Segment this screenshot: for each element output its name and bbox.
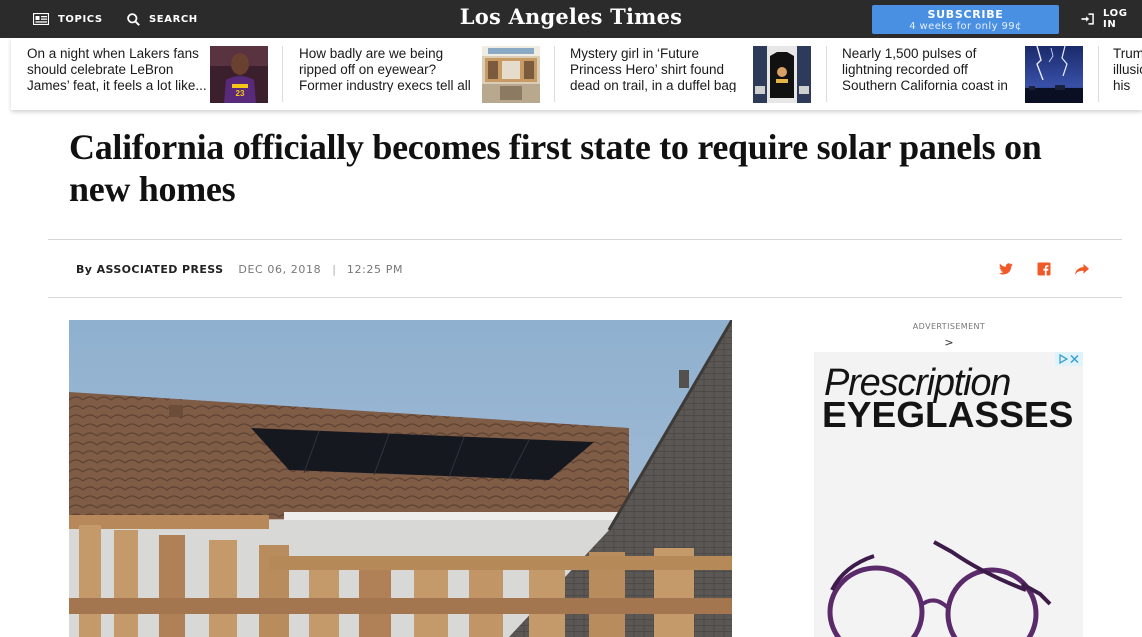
login-label: LOG IN xyxy=(1103,8,1128,30)
author[interactable]: By ASSOCIATED PRESS xyxy=(76,263,223,276)
recirc-headline[interactable]: On a night when Lakers fans should celeb… xyxy=(27,46,207,92)
recirc-headline[interactable]: Mystery girl in ‘Future Princess Hero’ s… xyxy=(570,46,750,92)
hero-image xyxy=(69,320,732,637)
ad-arrow[interactable]: > xyxy=(815,336,1083,349)
recirc-item[interactable]: Nearly 1,500 pulses of lightning recorde… xyxy=(827,38,1097,110)
top-nav-bar: TOPICS SEARCH Los Angeles Times SUBSCRIB… xyxy=(0,0,1142,38)
facebook-icon xyxy=(1037,262,1051,276)
facebook-share-button[interactable] xyxy=(1036,261,1052,277)
share-button[interactable] xyxy=(1074,261,1090,277)
recirc-headline[interactable]: Trump illusion his m... xyxy=(1113,46,1142,92)
byline-separator: | xyxy=(332,262,336,276)
lebron-thumbnail[interactable]: 23 xyxy=(210,46,268,103)
search-label: SEARCH xyxy=(149,13,198,25)
divider xyxy=(48,239,1122,240)
lightning-thumbnail[interactable] xyxy=(1025,46,1083,103)
twitter-icon xyxy=(999,263,1013,275)
publish-date: DEC 06, 2018 xyxy=(238,262,322,276)
byline: By ASSOCIATED PRESS DEC 06, 2018 | 12:25… xyxy=(76,262,403,276)
share-icon xyxy=(1075,264,1089,275)
shirt-thumbnail[interactable] xyxy=(753,46,811,103)
eyeglasses-ad[interactable]: Prescription EYEGLASSES xyxy=(814,352,1083,637)
ad-label: ADVERTISEMENT xyxy=(912,322,986,331)
topics-icon xyxy=(33,13,49,25)
search-button[interactable]: SEARCH xyxy=(127,0,198,38)
login-icon xyxy=(1081,13,1094,25)
login-button[interactable]: LOG IN xyxy=(1081,0,1142,38)
ad-title-line2: EYEGLASSES xyxy=(822,394,1074,435)
topics-label: TOPICS xyxy=(58,13,103,25)
divider xyxy=(48,297,1122,298)
adchoices-play-icon xyxy=(1059,354,1068,364)
recirc-headline[interactable]: How badly are we being ripped off on eye… xyxy=(299,46,479,92)
subscribe-button[interactable]: SUBSCRIBE 4 weeks for only 99¢ xyxy=(872,5,1059,34)
adchoices-button[interactable] xyxy=(1055,352,1083,366)
subscribe-label: SUBSCRIBE xyxy=(927,8,1004,21)
close-icon xyxy=(1070,354,1079,364)
eyeglasses-image xyxy=(827,540,1052,637)
subscribe-offer: 4 weeks for only 99¢ xyxy=(909,21,1022,32)
la-times-logo[interactable]: Los Angeles Times xyxy=(460,4,682,29)
recirc-item[interactable]: Trump illusion his m... xyxy=(1099,38,1142,110)
recirculation-strip: On a night when Lakers fans should celeb… xyxy=(11,38,1142,110)
recirc-item[interactable]: How badly are we being ripped off on eye… xyxy=(283,38,553,110)
lenscrafters-thumbnail[interactable] xyxy=(482,46,540,103)
search-icon xyxy=(127,12,140,26)
svg-text:23: 23 xyxy=(236,89,245,98)
recirc-item[interactable]: On a night when Lakers fans should celeb… xyxy=(11,38,281,110)
recirc-headline[interactable]: Nearly 1,500 pulses of lightning recorde… xyxy=(842,46,1022,92)
topics-button[interactable]: TOPICS xyxy=(33,0,103,38)
recirc-item[interactable]: Mystery girl in ‘Future Princess Hero’ s… xyxy=(555,38,825,110)
twitter-share-button[interactable] xyxy=(998,261,1014,277)
publish-time: 12:25 PM xyxy=(346,262,404,276)
article-headline: California officially becomes first stat… xyxy=(69,127,1042,209)
